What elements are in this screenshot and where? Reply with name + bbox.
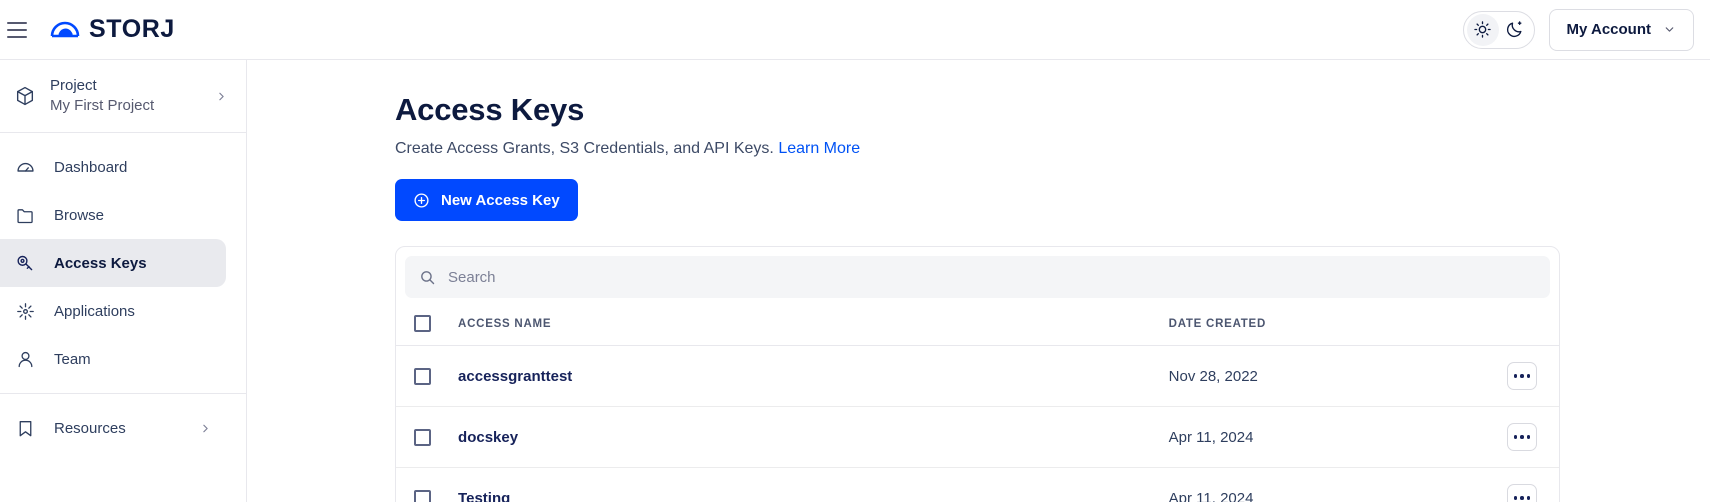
row-access-name[interactable]: accessgranttest (458, 345, 1169, 407)
sidebar-item-applications[interactable]: Applications (0, 287, 226, 335)
row-actions-cell (1458, 406, 1559, 468)
sidebar-item-label: Browse (54, 206, 105, 224)
user-icon (14, 348, 36, 370)
brand-name: STORJ (89, 15, 175, 43)
table-header-row: ACCESS NAME DATE CREATED (396, 298, 1559, 346)
row-select-cell (396, 406, 459, 468)
new-access-key-label: New Access Key (441, 191, 560, 209)
row-actions-cell (1459, 468, 1559, 502)
my-account-button[interactable]: My Account (1548, 8, 1694, 51)
sidebar: Project My First Project Dashboard Brows… (0, 60, 247, 502)
row-date-created: Nov 28, 2022 (1168, 345, 1459, 407)
brand-logo-link[interactable]: STORJ (49, 14, 175, 46)
box-icon (16, 86, 34, 106)
search-input[interactable] (448, 268, 1536, 286)
page-title: Access Keys (395, 92, 585, 127)
table-row[interactable]: accessgranttest Nov 28, 2022 (396, 345, 1559, 407)
select-all-checkbox[interactable] (414, 315, 431, 332)
sidebar-item-label: Applications (54, 302, 135, 320)
row-access-name[interactable]: Testing (458, 468, 1169, 502)
sidebar-project-selector[interactable]: Project My First Project (0, 60, 246, 132)
sidebar-nav: Dashboard Browse Access Keys Application… (0, 133, 246, 452)
search-icon (421, 270, 435, 284)
sparkle-icon (14, 300, 36, 322)
search-wrapper (396, 247, 1559, 298)
sun-icon[interactable] (1466, 13, 1499, 46)
sidebar-item-label: Dashboard (54, 158, 128, 176)
row-date-created: Apr 11, 2024 (1168, 489, 1254, 502)
bookmark-icon (14, 417, 36, 439)
sidebar-item-label: Team (54, 350, 91, 368)
project-label: Project (50, 76, 97, 94)
sidebar-divider-bottom (0, 393, 246, 394)
column-header-access-name[interactable]: ACCESS NAME (458, 298, 1169, 346)
access-keys-card: ACCESS NAME DATE CREATED accessgranttest… (395, 246, 1560, 502)
row-checkbox[interactable] (414, 428, 431, 446)
sidebar-item-label: Resources (54, 419, 126, 437)
top-bar: STORJ My Account (0, 0, 1710, 60)
table-row[interactable]: Testing Apr 11, 2024 (396, 468, 1559, 502)
sidebar-item-resources[interactable]: Resources (0, 404, 226, 452)
page-subtitle-text: Create Access Grants, S3 Credentials, an… (395, 140, 774, 157)
row-date-created: Apr 11, 2024 (1168, 406, 1459, 468)
folder-icon (14, 204, 36, 226)
row-select-cell (396, 345, 459, 407)
gauge-icon (14, 156, 36, 178)
row-access-name[interactable]: docskey (458, 406, 1169, 468)
moon-icon[interactable] (1499, 14, 1531, 46)
new-access-key-button[interactable]: New Access Key (395, 179, 578, 221)
search-box[interactable] (405, 256, 1550, 298)
topbar-actions: My Account (1462, 8, 1710, 51)
row-ellipsis-icon[interactable] (1507, 484, 1537, 502)
learn-more-link[interactable]: Learn More (778, 140, 860, 157)
row-checkbox[interactable] (414, 367, 431, 385)
column-header-date-created[interactable]: DATE CREATED (1168, 298, 1459, 346)
sidebar-item-browse[interactable]: Browse (0, 191, 226, 239)
sidebar-item-team[interactable]: Team (0, 335, 226, 383)
chevron-right-icon (199, 422, 212, 435)
access-keys-table: ACCESS NAME DATE CREATED accessgranttest… (396, 298, 1559, 502)
main-content: Access Keys Create Access Grants, S3 Cre… (247, 60, 1710, 502)
account-label: My Account (1566, 21, 1651, 38)
row-ellipsis-icon[interactable] (1507, 423, 1537, 451)
row-ellipsis-icon[interactable] (1507, 362, 1537, 390)
column-header-actions (1458, 298, 1559, 346)
hamburger-icon[interactable] (7, 21, 27, 38)
key-icon (14, 252, 36, 274)
chevron-right-icon (215, 90, 228, 103)
table-row[interactable]: docskey Apr 11, 2024 (396, 406, 1559, 468)
sidebar-item-label: Access Keys (54, 254, 147, 272)
select-all-cell (396, 298, 459, 346)
sidebar-item-access-keys[interactable]: Access Keys (0, 239, 226, 287)
chevron-down-icon (1665, 27, 1674, 32)
project-name: My First Project (50, 97, 155, 114)
row-select-cell (396, 468, 458, 502)
theme-toggle[interactable] (1462, 10, 1535, 49)
storj-cloud-logo (50, 21, 80, 37)
page-subtitle: Create Access Grants, S3 Credentials, an… (395, 140, 1710, 158)
sidebar-item-dashboard[interactable]: Dashboard (0, 143, 226, 191)
row-checkbox[interactable] (414, 489, 431, 502)
plus-circle-icon (414, 192, 429, 208)
row-actions-cell (1458, 345, 1559, 407)
